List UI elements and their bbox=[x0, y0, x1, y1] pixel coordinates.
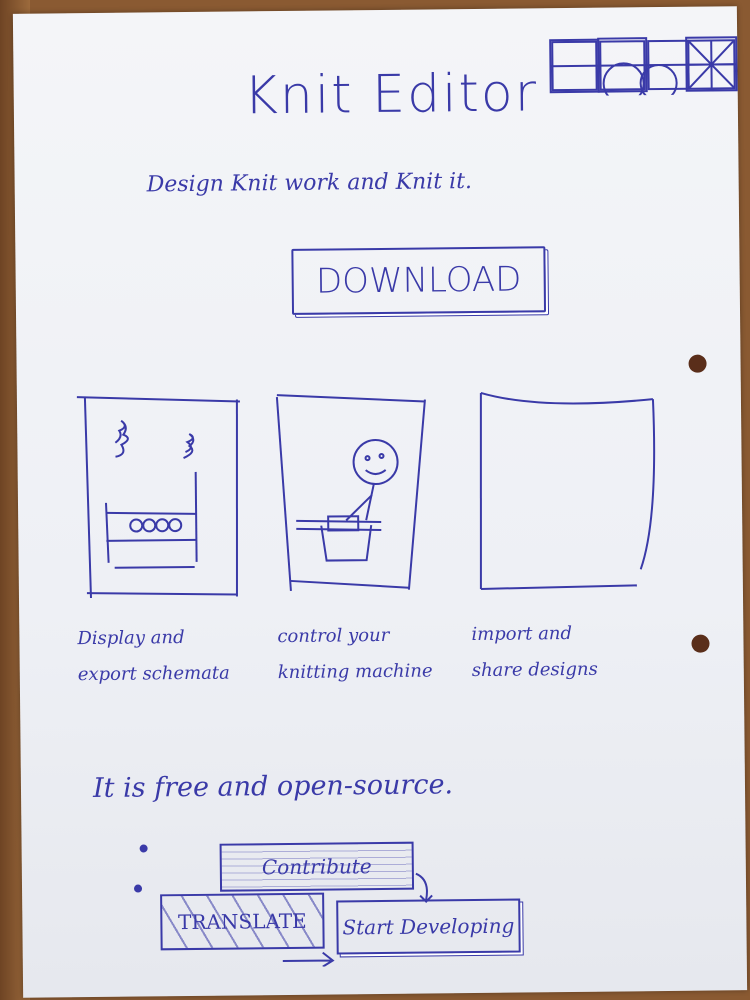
sketch-paper: Knit Editor Design Knit work and Knit it… bbox=[12, 6, 748, 998]
menu-icon[interactable] bbox=[548, 34, 739, 97]
person-at-machine-icon bbox=[275, 394, 426, 592]
feature-caption-control: control your knitting machine bbox=[277, 617, 463, 691]
feature-caption-share: import and share designs bbox=[471, 615, 657, 689]
start-developing-button[interactable]: Start Developing bbox=[336, 898, 521, 955]
contribute-button[interactable]: Contribute bbox=[219, 841, 415, 892]
caption-line: share designs bbox=[471, 658, 598, 682]
arrow-icon bbox=[282, 951, 335, 968]
download-button[interactable]: DOWNLOAD bbox=[291, 246, 547, 315]
punch-hole bbox=[691, 634, 710, 653]
punch-hole bbox=[688, 354, 707, 373]
arrow-icon bbox=[415, 872, 433, 903]
free-open-source-text: It is free and open-source. bbox=[92, 769, 454, 805]
caption-line: Display and bbox=[77, 627, 185, 650]
app-title: Knit Editor bbox=[243, 63, 539, 127]
bullet bbox=[133, 884, 143, 893]
bullet bbox=[139, 844, 148, 853]
empty-frame bbox=[479, 391, 656, 590]
caption-line: export schemata bbox=[77, 662, 230, 686]
caption-line: knitting machine bbox=[277, 660, 433, 684]
caption-line: import and bbox=[471, 622, 573, 646]
tagline: Design Knit work and Knit it. bbox=[146, 169, 473, 198]
feature-caption-display: Display and export schemata bbox=[77, 619, 263, 693]
knitting-pattern-icon bbox=[76, 396, 240, 599]
caption-line: control your bbox=[277, 624, 390, 648]
